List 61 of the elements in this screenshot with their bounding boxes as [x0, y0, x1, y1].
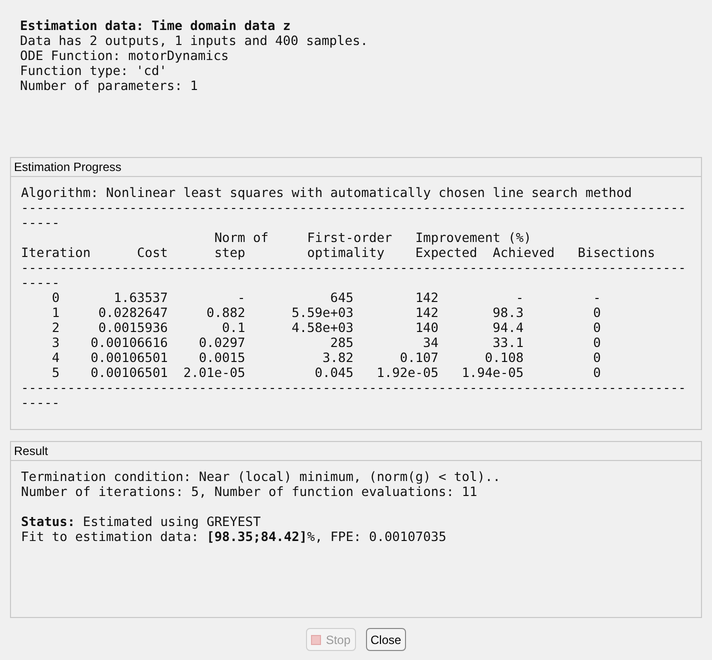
result-line: Status: Estimated using GREYEST: [21, 515, 261, 530]
table-cell: 3.82: [322, 351, 354, 366]
info-line: Data has 2 outputs, 1 inputs and 400 samples.: [20, 34, 368, 49]
separator-text: -------------------------------------------------------------------------------------------: [21, 201, 686, 231]
table-cell: 1: [52, 306, 60, 321]
table-cell: 0.107: [400, 351, 439, 366]
table-cell: 33.1: [492, 336, 524, 351]
table-cell: 0.0282647: [98, 306, 168, 321]
table-cell: 94.4: [492, 321, 524, 336]
algorithm-text: Algorithm: Nonlinear least squares with automatically chosen line search method: [21, 186, 632, 201]
table-cell: 140: [415, 321, 439, 336]
column-header: Norm of First-order Improvement (%): [213, 231, 532, 246]
result-line: Fit to estimation data: [98.35;84.42]%, FPE: 0.00107035: [21, 530, 446, 545]
table-cell: 4: [52, 351, 60, 366]
table-cell: 1.63537: [114, 291, 168, 306]
table-cell: 0: [52, 291, 60, 306]
result-line: Termination condition: Near (local) minimum, (norm(g) < tol)..: [21, 470, 500, 485]
table-cell: 2.01e-05: [183, 366, 246, 381]
table-cell: 0.00106501: [90, 366, 168, 381]
close-button[interactable]: Close: [366, 628, 406, 651]
table-cell: 142: [415, 291, 439, 306]
table-cell: 1.92e-05: [376, 366, 439, 381]
table-cell: 0.045: [314, 366, 354, 381]
table-cell: 4.58e+03: [292, 321, 354, 336]
table-cell: 0.00106616: [90, 336, 168, 351]
panel-title: Result: [11, 442, 701, 461]
table-cell: 0.882: [206, 306, 246, 321]
panel-title: Estimation Progress: [11, 158, 701, 177]
table-cell: 645: [330, 291, 354, 306]
table-cell: 142: [415, 306, 439, 321]
result-line: Number of iterations: 5, Number of function evaluations: 11: [21, 485, 478, 500]
table-cell: 0.0297: [198, 336, 246, 351]
table-cell: 0.0015: [198, 351, 246, 366]
table-cell: 3: [52, 336, 60, 351]
table-cell: -: [516, 291, 524, 306]
table-cell: 285: [330, 336, 354, 351]
table-cell: 0: [593, 306, 601, 321]
table-cell: 1.94e-05: [462, 366, 524, 381]
table-cell: 0: [593, 336, 601, 351]
table-cell: 0: [593, 351, 601, 366]
column-header: Iteration Cost step optimality Expected Achieved Bisections: [21, 246, 656, 261]
table-cell: 0: [593, 321, 601, 336]
table-cell: 98.3: [492, 306, 524, 321]
table-cell: 0.00106501: [90, 351, 168, 366]
info-line: Number of parameters: 1: [20, 79, 198, 94]
table-cell: 0.0015936: [98, 321, 168, 336]
info-line: ODE Function: motorDynamics: [20, 49, 229, 64]
table-cell: 0.108: [484, 351, 524, 366]
table-cell: 5: [52, 366, 60, 381]
separator-text: -------------------------------------------------------------------------------------------: [21, 261, 686, 291]
table-cell: 2: [52, 321, 60, 336]
info-title: Estimation data: Time domain data z: [20, 19, 291, 34]
table-cell: -: [237, 291, 246, 306]
table-cell: 0: [593, 366, 601, 381]
info-line: Function type: 'cd': [20, 64, 167, 79]
table-cell: 34: [423, 336, 439, 351]
table-cell: -: [593, 291, 601, 306]
separator-text: -------------------------------------------------------------------------------------------: [21, 381, 686, 411]
table-cell: 5.59e+03: [292, 306, 354, 321]
stop-icon: [310, 634, 321, 644]
table-cell: 0.1: [222, 321, 246, 336]
